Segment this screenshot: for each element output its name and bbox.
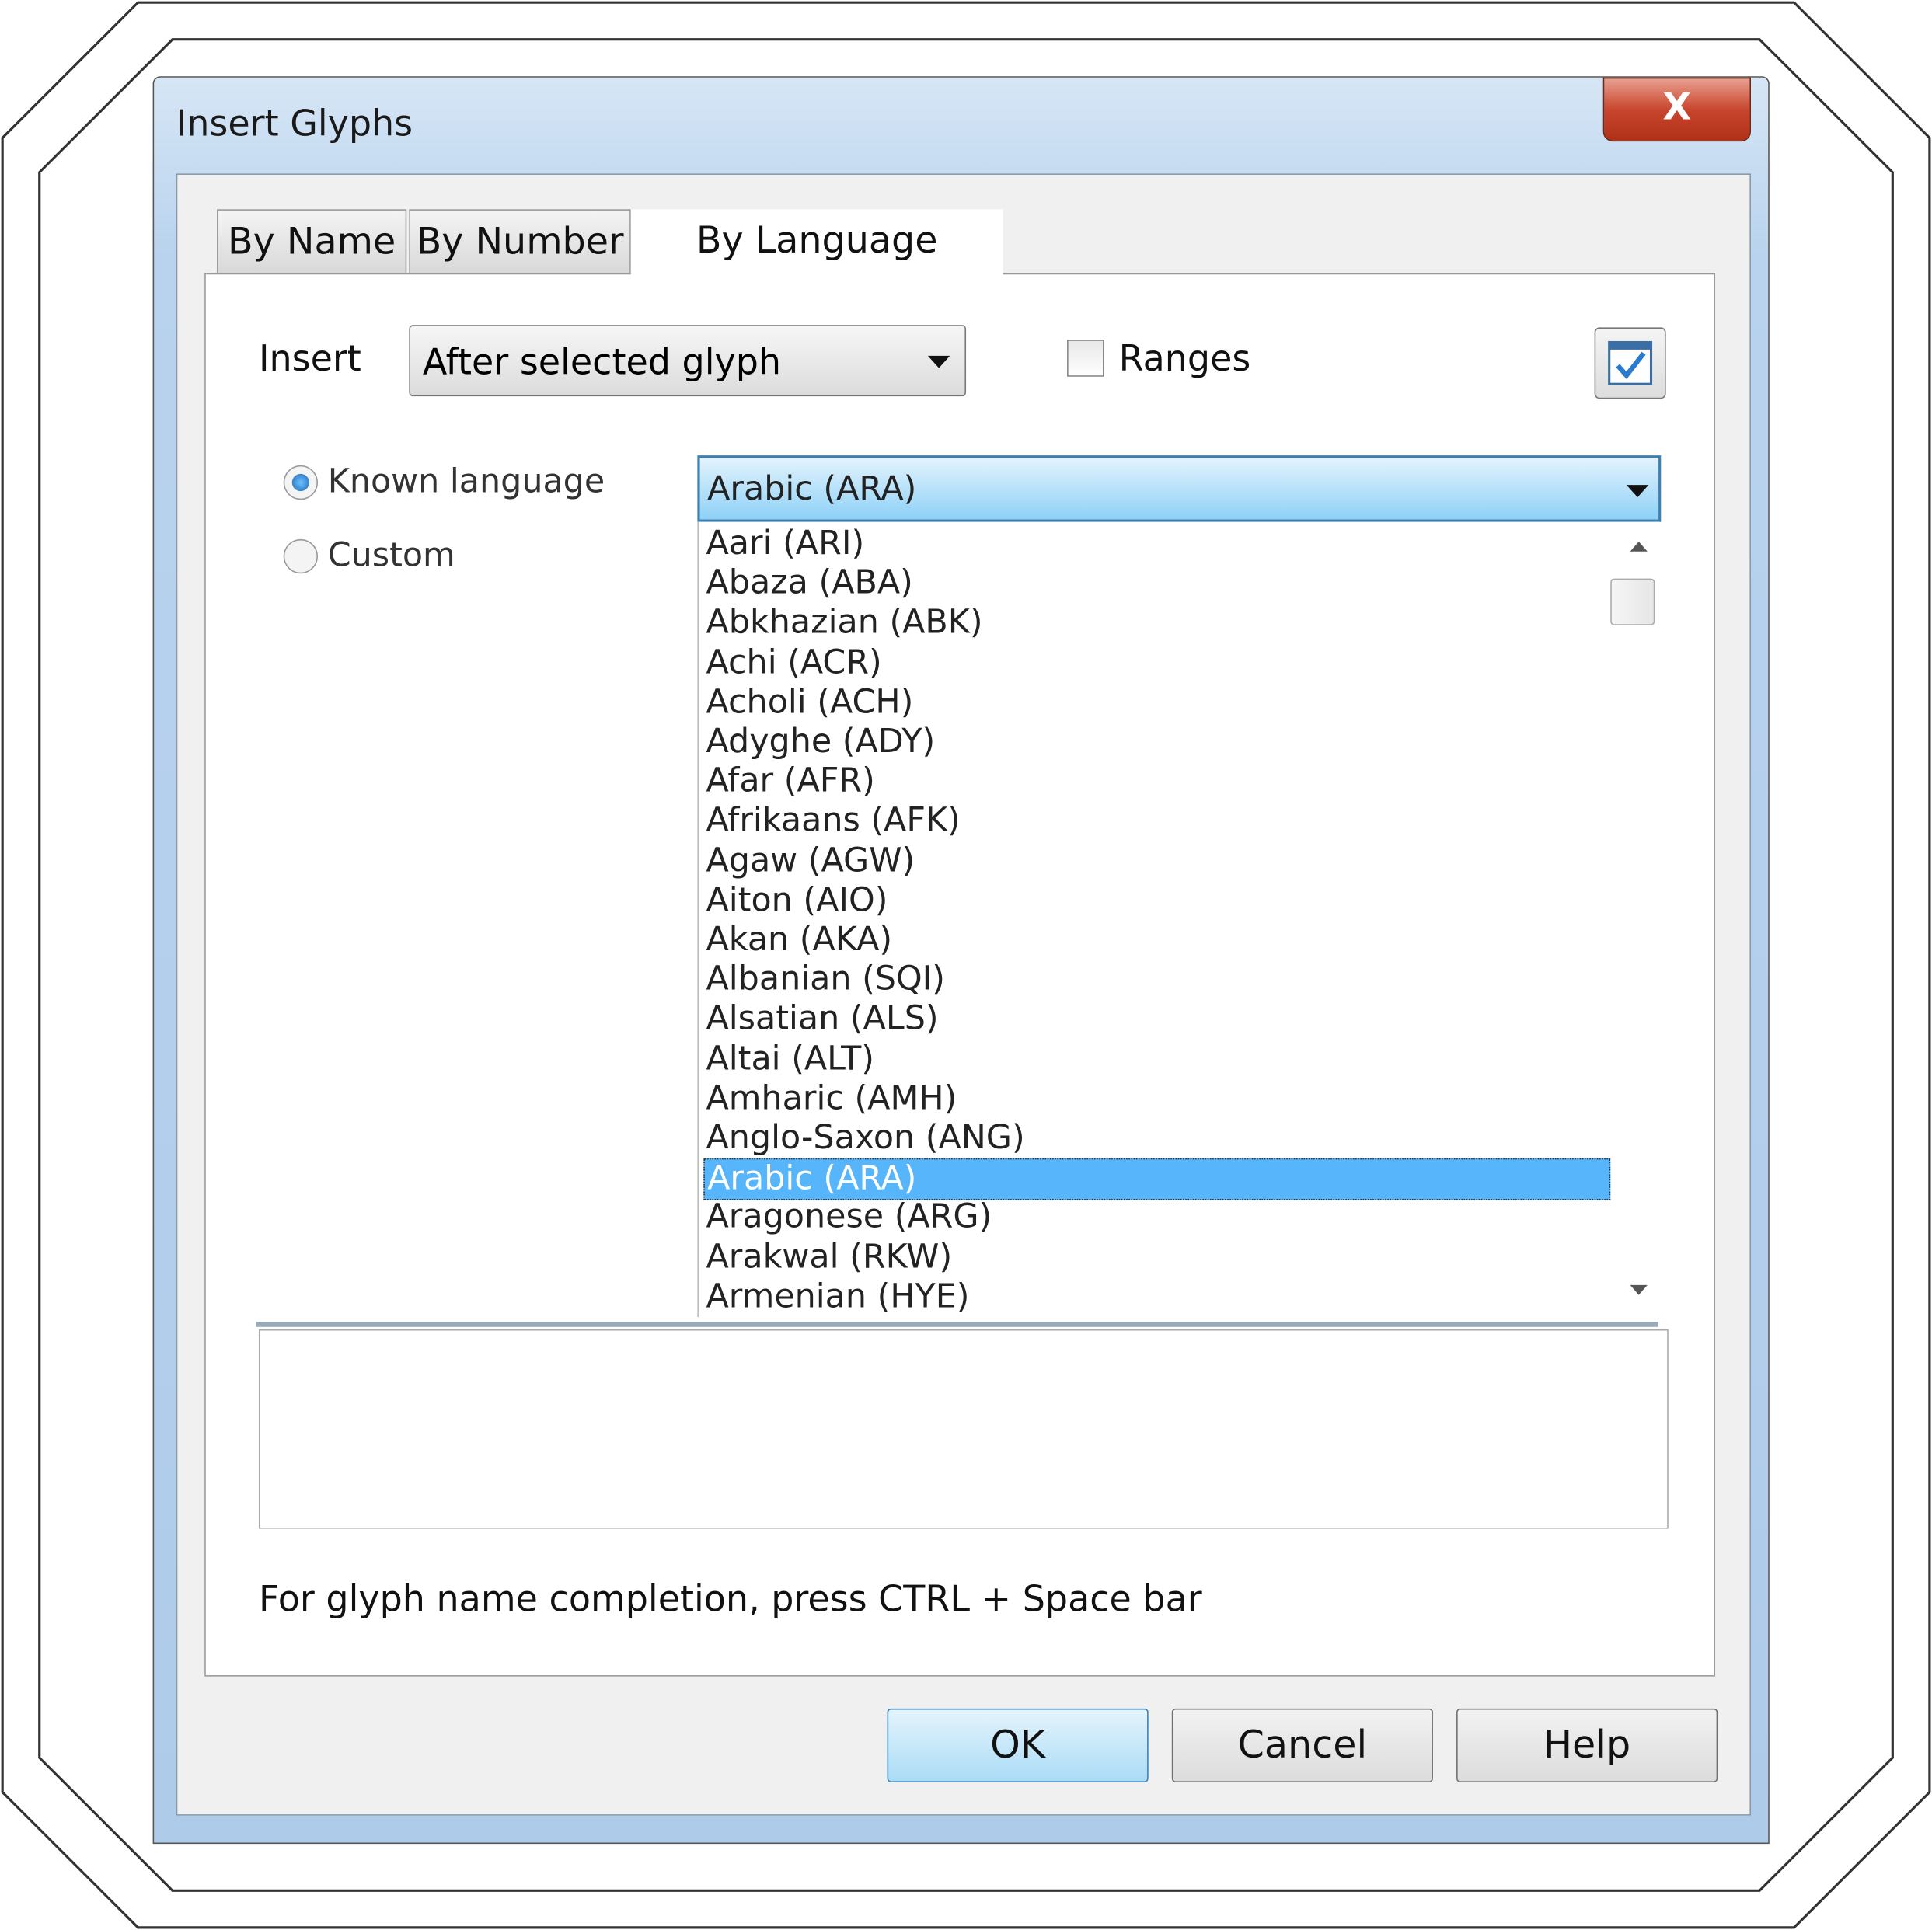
scroll-up-icon[interactable]	[1630, 542, 1648, 552]
language-list[interactable]: Aari (ARI) Abaza (ABA) Abkhazian (ABK) Achi…	[697, 521, 1660, 1318]
scrollbar-thumb[interactable]	[1610, 578, 1655, 625]
tab-by-number[interactable]: By Number	[409, 209, 631, 276]
known-language-label: Known language	[327, 462, 605, 501]
language-option[interactable]: Agaw (AGW)	[703, 841, 1608, 881]
ok-button[interactable]: OK	[887, 1708, 1149, 1782]
language-option[interactable]: Achi (ACR)	[703, 643, 1608, 683]
language-combobox[interactable]: Arabic (ARA)	[697, 455, 1662, 522]
language-option[interactable]: Armenian (HYE)	[703, 1277, 1608, 1317]
language-option[interactable]: Aragonese (ARG)	[703, 1198, 1608, 1238]
language-option[interactable]: Albanian (SQI)	[703, 960, 1608, 1000]
chevron-down-icon	[927, 355, 950, 368]
chevron-down-icon	[1626, 485, 1649, 498]
scroll-down-icon[interactable]	[1630, 1284, 1648, 1295]
glyph-preview-area[interactable]	[258, 1329, 1669, 1529]
insert-label: Insert	[258, 337, 361, 379]
insert-dropdown[interactable]: After selected glyph	[409, 325, 967, 397]
custom-label: Custom	[327, 536, 455, 575]
language-option[interactable]: Abaza (ABA)	[703, 564, 1608, 604]
dialog-title: Insert Glyphs	[176, 102, 413, 145]
language-option[interactable]: Adyghe (ADY)	[703, 723, 1608, 762]
language-option[interactable]: Arabic (ARA)	[703, 1158, 1611, 1200]
hint-text: For glyph name completion, press CTRL + …	[258, 1577, 1202, 1620]
close-button[interactable]: X	[1602, 77, 1751, 142]
toggle-check-button[interactable]	[1594, 327, 1666, 399]
language-option[interactable]: Afrikaans (AFK)	[703, 802, 1608, 841]
language-option[interactable]: Abkhazian (ABK)	[703, 604, 1608, 643]
language-option[interactable]: Aiton (AIO)	[703, 881, 1608, 921]
divider	[256, 1322, 1659, 1327]
tab-by-language[interactable]: By Language	[630, 209, 1003, 276]
custom-radio[interactable]	[283, 538, 319, 574]
checkbox-checked-icon	[1608, 340, 1653, 385]
language-option[interactable]: Altai (ALT)	[703, 1040, 1608, 1079]
language-option[interactable]: Anglo-Saxon (ANG)	[703, 1119, 1608, 1158]
language-option[interactable]: Amharic (AMH)	[703, 1079, 1608, 1119]
language-combobox-value: Arabic (ARA)	[707, 470, 917, 509]
tab-by-name[interactable]: By Name	[217, 209, 407, 276]
language-option[interactable]: Afar (AFR)	[703, 762, 1608, 802]
insert-dropdown-value: After selected glyph	[422, 340, 782, 383]
language-option[interactable]: Acholi (ACH)	[703, 683, 1608, 723]
language-option[interactable]: Alsatian (ALS)	[703, 1000, 1608, 1040]
language-option[interactable]: Akan (AKA)	[703, 921, 1608, 960]
ranges-label: Ranges	[1118, 337, 1251, 379]
language-option[interactable]: Arakwal (RKW)	[703, 1238, 1608, 1277]
cancel-button[interactable]: Cancel	[1171, 1708, 1433, 1782]
ranges-checkbox[interactable]	[1067, 340, 1104, 377]
language-option[interactable]: Aari (ARI)	[703, 524, 1608, 564]
known-language-radio[interactable]	[283, 465, 319, 500]
help-button[interactable]: Help	[1456, 1708, 1718, 1782]
